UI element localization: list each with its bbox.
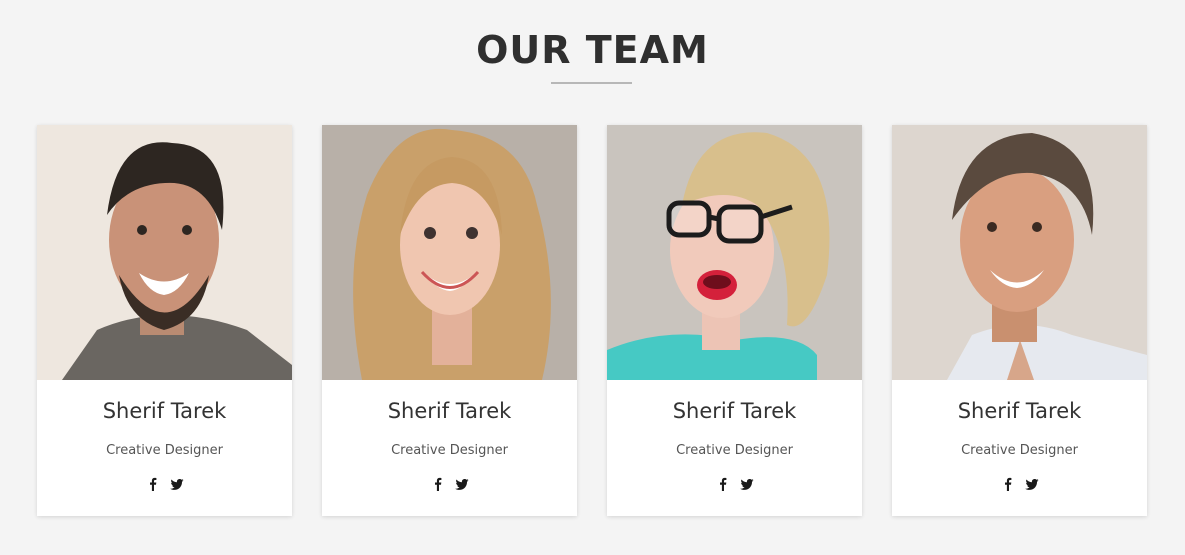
team-card: Sherif Tarek Creative Designer	[892, 125, 1147, 516]
member-role: Creative Designer	[961, 443, 1078, 458]
twitter-icon[interactable]	[454, 477, 469, 491]
member-role: Creative Designer	[391, 443, 508, 458]
facebook-icon[interactable]	[716, 477, 730, 491]
title-divider	[551, 82, 632, 84]
facebook-icon[interactable]	[146, 477, 160, 491]
team-member-photo	[607, 125, 862, 380]
member-name: Sherif Tarek	[387, 399, 512, 423]
member-name: Sherif Tarek	[957, 399, 1082, 423]
team-card: Sherif Tarek Creative Designer	[37, 125, 292, 516]
team-member-photo	[37, 125, 292, 380]
member-name: Sherif Tarek	[672, 399, 797, 423]
twitter-icon[interactable]	[1024, 477, 1039, 491]
team-section: OUR TEAM Sherif Tarek Creative Designer	[0, 0, 1185, 555]
social-links	[322, 477, 577, 491]
team-member-photo	[892, 125, 1147, 380]
team-member-photo	[322, 125, 577, 380]
section-title: OUR TEAM	[476, 28, 709, 72]
social-links	[892, 477, 1147, 491]
twitter-icon[interactable]	[169, 477, 184, 491]
twitter-icon[interactable]	[739, 477, 754, 491]
facebook-icon[interactable]	[431, 477, 445, 491]
team-card: Sherif Tarek Creative Designer	[607, 125, 862, 516]
member-role: Creative Designer	[106, 443, 223, 458]
team-card: Sherif Tarek Creative Designer	[322, 125, 577, 516]
member-name: Sherif Tarek	[102, 399, 227, 423]
facebook-icon[interactable]	[1001, 477, 1015, 491]
social-links	[37, 477, 292, 491]
member-role: Creative Designer	[676, 443, 793, 458]
social-links	[607, 477, 862, 491]
